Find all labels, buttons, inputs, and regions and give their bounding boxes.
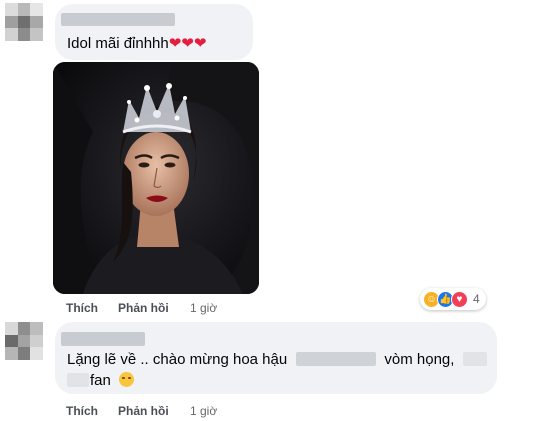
redacted-text bbox=[296, 352, 377, 366]
comment-text-line-1: Lặng lẽ về .. chào mừng hoa hậu vòm họng… bbox=[67, 350, 487, 370]
comment-text-part: fan bbox=[90, 372, 111, 389]
relieved-face-emoji-icon bbox=[119, 372, 135, 387]
redacted-text bbox=[462, 352, 487, 366]
commenter-name-redacted[interactable] bbox=[61, 13, 175, 26]
comment-text-part: Lặng lẽ về .. chào mừng hoa hậu bbox=[67, 351, 288, 368]
reaction-count: 4 bbox=[473, 292, 480, 306]
timestamp[interactable]: 1 giờ bbox=[190, 301, 217, 315]
comment-photo[interactable] bbox=[53, 62, 259, 294]
avatar[interactable] bbox=[5, 322, 43, 360]
reaction-summary[interactable]: ☺ 👍 ♥ 4 bbox=[420, 288, 486, 310]
timestamp[interactable]: 1 giờ bbox=[190, 404, 217, 418]
crowned-portrait-image bbox=[53, 62, 259, 294]
love-reaction-icon: ♥ bbox=[451, 290, 468, 308]
comment-text-part: vòm họng, bbox=[384, 351, 455, 368]
comment-text: Idol mãi đỉnhhh❤❤❤ bbox=[67, 34, 206, 54]
redacted-text bbox=[67, 373, 89, 387]
heart-emoji-icon: ❤❤❤ bbox=[168, 35, 207, 52]
avatar[interactable] bbox=[5, 3, 43, 41]
comment-text-body: Idol mãi đỉnhhh bbox=[67, 35, 169, 52]
comment-text-line-2: fan bbox=[67, 371, 135, 391]
reply-button[interactable]: Phản hồi bbox=[118, 404, 169, 418]
comment-bubble: Idol mãi đỉnhhh❤❤❤ bbox=[55, 4, 253, 60]
comment-actions: Thích Phản hồi 1 giờ bbox=[0, 301, 300, 317]
comment-bubble: Lặng lẽ về .. chào mừng hoa hậu vòm họng… bbox=[55, 322, 497, 394]
like-button[interactable]: Thích bbox=[66, 404, 98, 418]
reply-button[interactable]: Phản hồi bbox=[118, 301, 169, 315]
comment-actions: Thích Phản hồi 1 giờ bbox=[0, 404, 300, 420]
commenter-name-redacted[interactable] bbox=[61, 332, 145, 346]
like-button[interactable]: Thích bbox=[66, 301, 98, 315]
